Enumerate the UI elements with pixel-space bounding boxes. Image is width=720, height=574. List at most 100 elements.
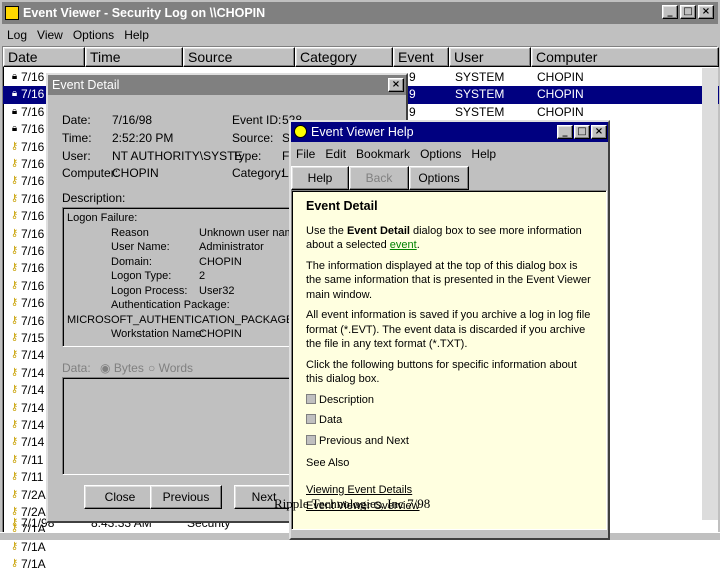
key-icon: ⚷ [10,540,19,552]
user-value: NT AUTHORITY\SYSTE [112,149,243,163]
menu-options[interactable]: Options [68,28,119,42]
row-date: 7/16 [21,244,45,258]
description-help-item[interactable]: Description [306,393,592,408]
row-date: 7/16 [21,278,45,293]
column-time[interactable]: Time [85,47,183,67]
help-menu-options[interactable]: Options [415,147,466,161]
close-button[interactable]: × [698,5,714,19]
type-label: Type: [232,149,262,163]
help-menu-help[interactable]: Help [466,147,501,161]
event-link[interactable]: event [390,239,417,251]
lock-icon: 🔒︎ [11,105,18,117]
bytes-radio-label: Bytes [113,361,144,375]
row-event: 9 [409,87,416,102]
row-computer: CHOPIN [537,70,584,84]
vertical-scrollbar[interactable] [702,68,718,520]
table-row[interactable]: ⚷ 7/1A [3,539,719,556]
key-icon: ⚷ [10,210,19,222]
words-radio-label: Words [158,361,194,375]
help-heading: Event Detail [306,199,378,213]
back-button[interactable]: Back [349,166,409,190]
column-date[interactable]: Date [3,47,85,67]
column-event[interactable]: Event [393,47,449,67]
key-icon: ⚷ [10,175,19,187]
category-value: L [282,166,289,180]
row-date: 7/14 [21,418,45,432]
previous-next-help-item[interactable]: Previous and Next [306,434,592,449]
row-computer: CHOPIN [537,104,584,119]
help-minimize-button[interactable]: _ [557,125,573,139]
key-icon: ⚷ [10,419,19,430]
row-date: 7/14 [21,383,45,398]
help-close-button[interactable]: × [591,125,607,139]
key-icon: ⚷ [10,471,19,483]
row-date: 7/2A [21,487,46,502]
help-menu-file[interactable]: File [291,147,320,161]
bytes-radio[interactable]: ◉ Bytes [100,361,144,375]
event-id-label: Event ID: [232,113,282,127]
table-row[interactable]: ⚷ 7/1A [3,556,719,573]
key-icon: ⚷ [10,279,19,291]
menu-log[interactable]: Log [2,28,32,42]
description-line: Logon Failure: [67,212,138,224]
previous-button[interactable]: Previous [150,485,222,509]
help-options-button[interactable]: Options [409,166,469,190]
row-date: 7/1A [21,539,46,554]
help-topics-button[interactable]: Help Topics [291,166,349,207]
key-icon: ⚷ [10,192,19,204]
row-date: 7/16 [21,104,45,119]
data-help-button[interactable] [306,414,316,424]
help-menu-bookmark[interactable]: Bookmark [351,147,415,161]
time-label: Time: [62,131,92,145]
row-date: 7/16 [21,296,45,311]
user-label: User: [62,149,91,163]
menu-view[interactable]: View [32,28,68,42]
description-help-button[interactable] [306,393,316,404]
words-radio[interactable]: ○ Words [148,361,193,375]
main-title-bar[interactable]: Event Viewer - Security Log on \\CHOPIN … [2,2,718,24]
detail-title-bar[interactable]: Event Detail [48,75,406,95]
key-icon: ⚷ [10,158,19,169]
column-computer[interactable]: Computer [531,47,719,67]
row-date: 7/16 [21,261,45,276]
column-header-row: Date Time Source Category Event User Com… [3,47,719,67]
row-date: 7/16 [21,313,45,328]
row-date: 7/16 [21,87,45,102]
close-dialog-button[interactable]: Close [84,485,156,509]
viewing-event-details-link[interactable]: Viewing Event Details [306,483,592,498]
help-window: Event Viewer Help _ □ × File Edit Bookma… [289,120,610,540]
help-maximize-button[interactable]: □ [574,125,590,139]
category-label: Category: [232,166,285,180]
help-menu-edit[interactable]: Edit [320,147,351,161]
maximize-button[interactable]: □ [680,5,696,19]
minimize-button[interactable]: _ [662,5,678,19]
key-icon: ⚷ [10,349,19,361]
row-user: SYSTEM [455,70,505,84]
help-content: Event Detail Use the Event Detail dialog… [291,190,607,530]
date-label: Date: [62,113,91,127]
data-box[interactable] [62,377,302,475]
description-box[interactable]: Logon Failure: Reason Unknown user nam User… [62,207,313,347]
menu-help[interactable]: Help [119,28,154,42]
data-help-item[interactable]: Data [306,413,592,428]
row-event: 9 [409,70,416,84]
column-user[interactable]: User [449,47,531,67]
help-menu-bar: File Edit Bookmark Options Help [291,144,608,164]
column-source[interactable]: Source [183,47,295,67]
row-date: 7/11 [21,452,44,467]
row-date: 7/16 [21,226,45,241]
previous-next-help-button[interactable] [306,434,316,445]
description-line: MICROSOFT_AUTHENTICATION_PACKAGE_V1 [67,313,313,326]
key-icon: ⚷ [10,314,19,326]
description-label: Description: [62,191,126,205]
key-icon: ⚷ [10,297,19,309]
row-date: 7/11 [21,470,44,485]
key-icon: ⚷ [10,453,19,465]
row-computer: CHOPIN [537,87,584,102]
row-date: 7/16 [21,174,45,189]
detail-close-button[interactable]: × [388,78,404,92]
key-icon: ⚷ [10,140,19,152]
row-date: 7/1A [21,557,46,572]
date-value: 7/16/98 [112,113,153,127]
column-category[interactable]: Category [295,47,393,67]
